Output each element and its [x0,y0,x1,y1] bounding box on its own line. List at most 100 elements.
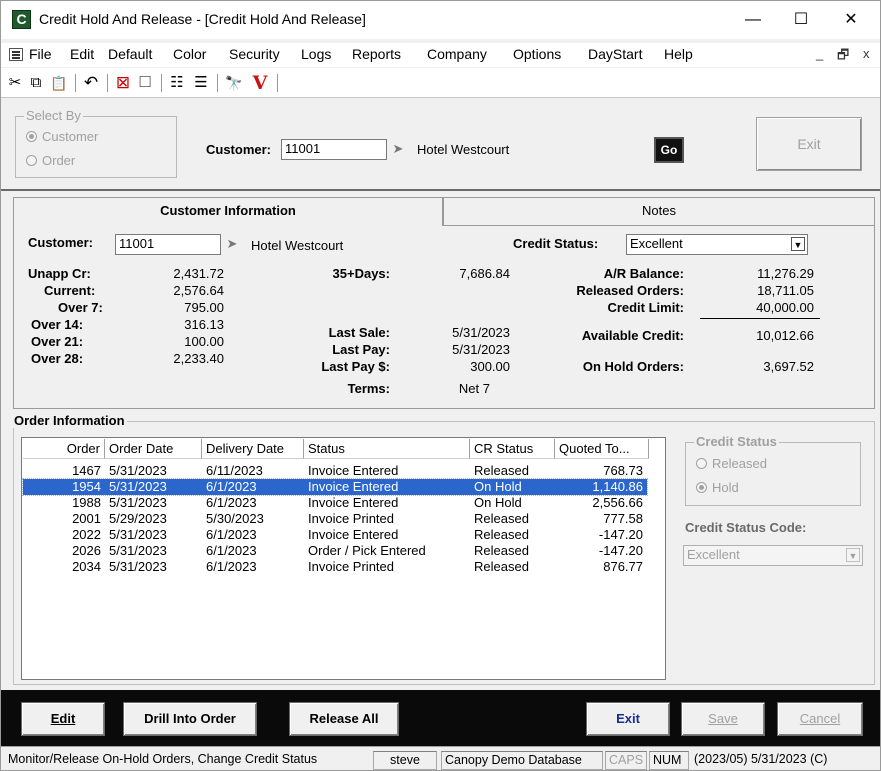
close-button[interactable]: ✕ [827,1,875,39]
on-hold-orders-label: On Hold Orders: [582,359,684,374]
tab-notes[interactable]: Notes [443,197,875,225]
column-header-order[interactable]: Order [23,439,105,459]
aging-value: 100.00 [184,334,224,349]
copy-icon[interactable]: ⧉ [27,72,45,94]
table-row[interactable]: 2026 5/31/2023 6/1/2023 Order / Pick Entere… [23,543,647,559]
available-credit-value: 10,012.66 [756,328,814,343]
table-row[interactable]: 2022 5/31/2023 6/1/2023 Invoice Entered Rele… [23,527,647,543]
table-row[interactable]: 2034 5/31/2023 6/1/2023 Invoice Printed Rele… [23,559,647,575]
edit-button[interactable]: Edit [21,702,105,736]
minimize-button[interactable]: — [729,1,777,39]
menu-reports[interactable]: Reports [352,46,401,62]
mdi-restore-button[interactable]: 🗗 [837,46,849,68]
menu-default[interactable]: Default [108,46,152,62]
cell-quoted: 768.73 [603,463,643,478]
find-icon[interactable]: 🔭 [223,72,245,94]
credit-status-select[interactable]: Excellent ▼ [626,234,808,255]
available-credit-label: Available Credit: [581,328,684,343]
info-customer-input[interactable]: 11001 [115,234,221,255]
radio-dot [26,131,37,142]
cell-order: 1954 [72,479,101,494]
cell-quoted: 1,140.86 [592,479,643,494]
exit-button[interactable]: Exit [586,702,670,736]
release-all-button[interactable]: Release All [289,702,399,736]
chevron-down-icon[interactable]: ▼ [791,237,805,251]
save-button[interactable]: Save [681,702,765,736]
toolbar-separator [277,74,278,92]
select-panel: Select By Customer Order Customer: 11001… [1,99,880,191]
last-pay-amount-value: 300.00 [470,359,510,374]
menu-help[interactable]: Help [664,46,693,62]
menu-color[interactable]: Color [173,46,206,62]
cell-order-date: 5/31/2023 [109,463,167,478]
aging-value: 2,233.40 [173,351,224,366]
last-pay-value: 5/31/2023 [452,342,510,357]
list-numbered-icon[interactable]: ☰ [191,72,211,94]
credit-status-legend: Credit Status [694,434,779,449]
cell-cr-status: Released [474,511,529,526]
top-exit-button[interactable]: Exit [756,117,862,171]
cut-icon[interactable]: ✂ [7,72,23,94]
cell-delivery-date: 6/1/2023 [206,527,257,542]
table-row[interactable]: 1988 5/31/2023 6/1/2023 Invoice Entered On H… [23,495,647,511]
menu-company[interactable]: Company [427,46,487,62]
orders-list[interactable]: Order Order Date Delivery Date Status CR… [21,437,666,680]
status-num: NUM [649,751,689,770]
menu-edit[interactable]: Edit [70,46,94,62]
column-header-delivery-date[interactable]: Delivery Date [202,439,304,459]
chevron-down-icon[interactable]: ▼ [846,548,860,562]
column-header-quoted-total[interactable]: Quoted To... [555,439,649,459]
drill-into-order-button[interactable]: Drill Into Order [123,702,257,736]
cell-order: 2001 [72,511,101,526]
maximize-button[interactable]: ☐ [777,1,825,39]
cell-delivery-date: 6/1/2023 [206,479,257,494]
radio-hold-label: Hold [712,480,739,495]
cancel-button[interactable]: Cancel [777,702,863,736]
column-header-status[interactable]: Status [304,439,470,459]
aging-label: Over 14: [31,317,84,332]
radio-released[interactable]: Released [696,456,767,471]
column-header-cr-status[interactable]: CR Status [470,439,555,459]
radio-dot [26,155,37,166]
cell-quoted: 2,556.66 [592,495,643,510]
table-row[interactable]: 1467 5/31/2023 6/11/2023 Invoice Entered Rel… [23,463,647,479]
mdi-close-button[interactable]: x [863,46,870,61]
radio-order[interactable]: Order [26,153,75,168]
mdi-minimize-button[interactable]: _ [816,46,823,61]
go-button[interactable]: Go [654,137,684,163]
select-customer-input[interactable]: 11001 [281,139,387,160]
menu-options[interactable]: Options [513,46,561,62]
cell-order-date: 5/29/2023 [109,511,167,526]
cell-quoted: 777.58 [603,511,643,526]
app-window: C Credit Hold And Release - [Credit Hold… [0,0,881,771]
document-menu-icon[interactable] [9,48,23,61]
menu-daystart[interactable]: DayStart [588,46,642,62]
undo-icon[interactable]: ↶ [81,72,101,94]
credit-status-code-select[interactable]: Excellent ▼ [683,545,863,566]
menu-logs[interactable]: Logs [301,46,331,62]
menu-security[interactable]: Security [229,46,280,62]
v-logo-icon[interactable]: V [249,72,271,94]
aging-label: Unapp Cr: [28,266,91,281]
orders-list-header: Order Order Date Delivery Date Status CR… [23,439,649,459]
menu-file[interactable]: File [29,46,52,62]
cell-order-date: 5/31/2023 [109,543,167,558]
radio-hold[interactable]: Hold [696,480,739,495]
status-message: Monitor/Release On-Hold Orders, Change C… [8,752,318,766]
customer-lookup-arrow-icon[interactable]: ➤ [389,140,407,158]
days35-label: 35+Days: [332,266,390,281]
cell-status: Invoice Printed [308,511,394,526]
delete-icon[interactable]: ⊠ [113,72,133,94]
status-period-date: (2023/05) 5/31/2023 (C) [694,752,828,766]
paste-icon[interactable]: 📋 [49,72,69,94]
column-header-order-date[interactable]: Order Date [105,439,202,459]
tab-customer-information[interactable]: Customer Information [13,197,443,226]
table-row[interactable]: 2001 5/29/2023 5/30/2023 Invoice Printed Rel… [23,511,647,527]
radio-customer[interactable]: Customer [26,129,98,144]
list-bullets-icon[interactable]: ☷ [167,72,187,94]
cell-cr-status: Released [474,559,529,574]
cell-order-date: 5/31/2023 [109,527,167,542]
blank-icon[interactable]: ☐ [135,72,155,94]
info-customer-lookup-arrow-icon[interactable]: ➤ [223,235,241,253]
table-row[interactable]: 1954 5/31/2023 6/1/2023 Invoice Entered On H… [22,478,648,496]
